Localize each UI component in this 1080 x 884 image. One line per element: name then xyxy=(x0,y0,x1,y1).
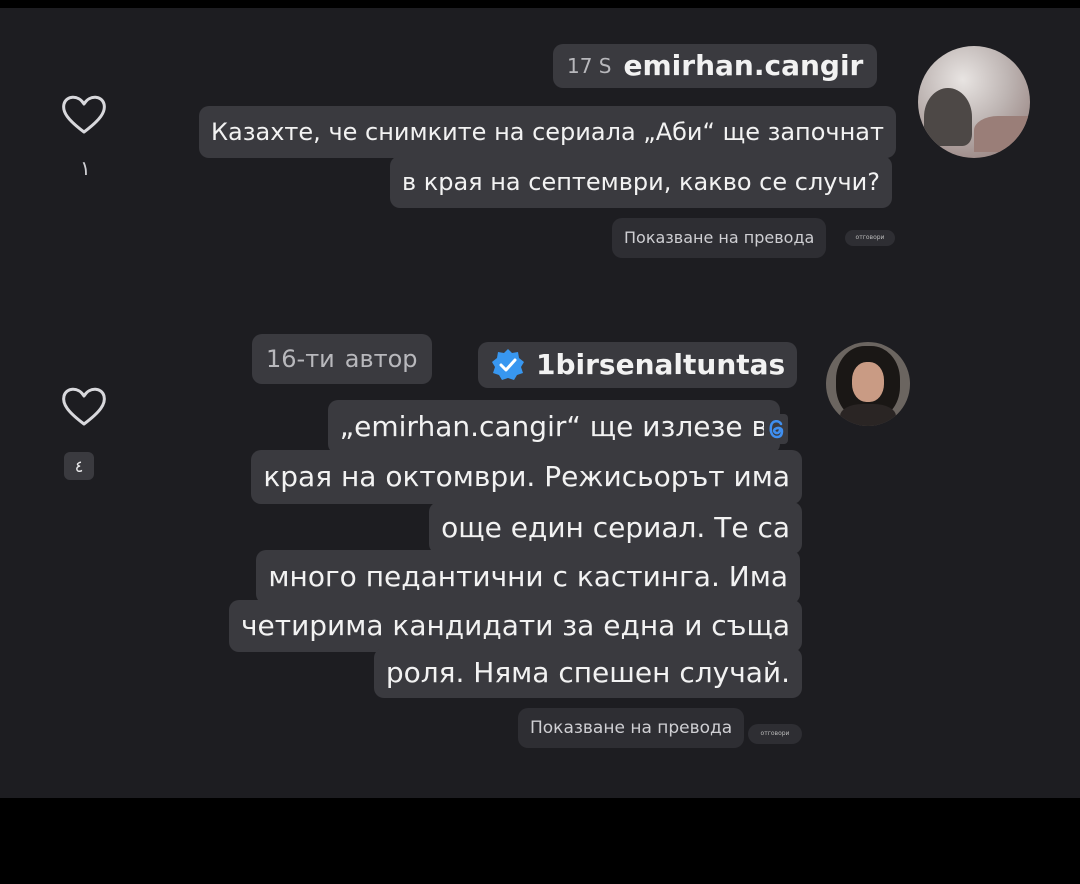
comment-meta-user: 1birsenaltuntas xyxy=(478,342,798,388)
comments-screen: ١ 17 S emirhan.cangir Казахте, че снимки… xyxy=(0,8,1080,798)
reply-button[interactable]: отговори xyxy=(748,724,802,744)
comment-text-line: „emirhan.cangir“ ще излезе в xyxy=(327,400,780,454)
comment-time: 16-ти xyxy=(266,345,335,373)
comment-text-line: четирима кандидати за една и съща xyxy=(229,600,802,652)
threads-logo-icon[interactable] xyxy=(764,414,788,444)
comment-username[interactable]: emirhan.cangir xyxy=(624,52,864,80)
like-count: ١ xyxy=(80,156,91,180)
comment-time: 17 S xyxy=(567,54,612,78)
author-label: автор xyxy=(344,345,418,373)
heart-outline-icon[interactable] xyxy=(60,92,108,136)
reply-button[interactable]: отговори xyxy=(845,230,895,246)
comment-username[interactable]: 1birsenaltuntas xyxy=(536,351,785,379)
heart-outline-icon[interactable] xyxy=(60,384,108,428)
reply-label: отговори xyxy=(760,730,790,737)
comment-text-line: още един сериал. Те са xyxy=(429,502,802,554)
comment-meta-bar: 17 S emirhan.cangir xyxy=(553,44,878,88)
show-translation-button[interactable]: Показване на превода xyxy=(518,708,745,748)
comment-text-line: роля. Няма спешен случай. xyxy=(373,648,802,698)
avatar[interactable] xyxy=(918,46,1030,158)
comment-text-line: много педантични с кастинга. Има xyxy=(256,550,800,604)
comment-text-line: в края на септември, какво се случи? xyxy=(389,156,892,208)
comment-text-line: Казахте, че снимките на сериала „Аби“ ще… xyxy=(199,106,896,158)
like-count: ٤ xyxy=(64,452,94,480)
comment-text-line: края на октомври. Режисьорът има xyxy=(251,450,802,504)
show-translation-button[interactable]: Показване на превода xyxy=(612,218,827,258)
avatar[interactable] xyxy=(826,342,910,426)
reply-label: отговори xyxy=(855,234,885,241)
comment-text: „emirhan.cangir“ ще излезе в xyxy=(339,410,768,443)
verified-badge-icon xyxy=(492,349,524,380)
comment-meta-time: 16-ти автор xyxy=(252,334,432,384)
